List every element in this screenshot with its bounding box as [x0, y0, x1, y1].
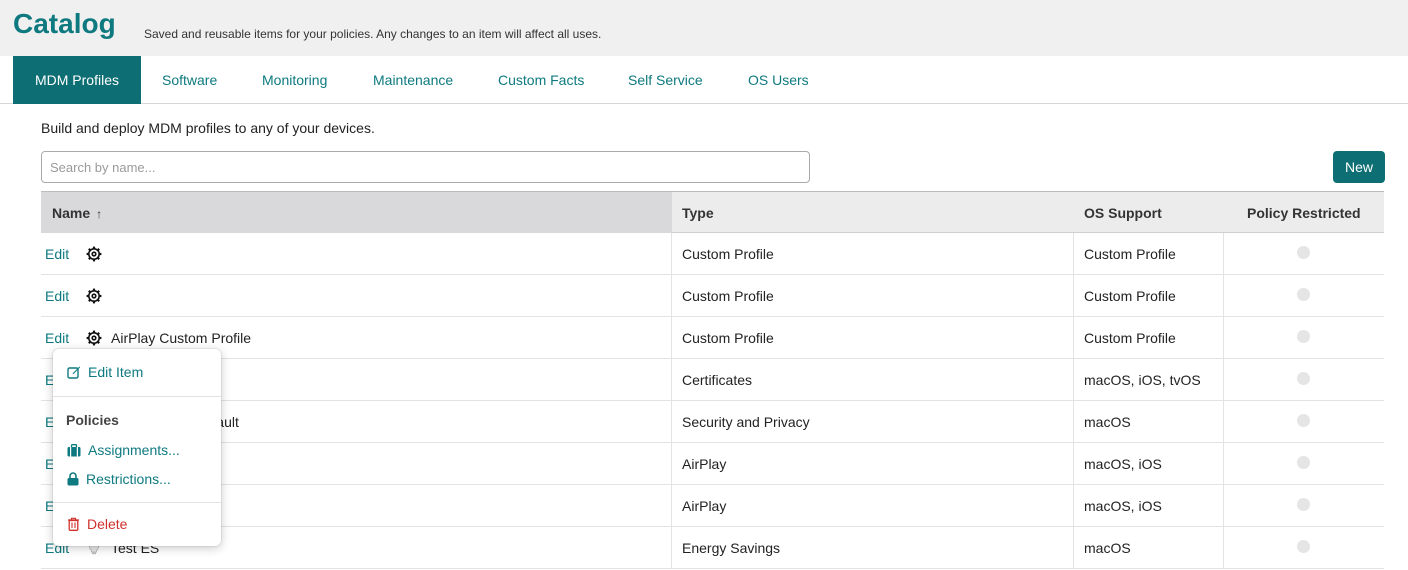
- column-divider: [1223, 485, 1224, 526]
- menu-delete[interactable]: Delete: [67, 516, 127, 532]
- edit-link[interactable]: Edit: [45, 233, 69, 275]
- tab-self-service[interactable]: Self Service: [628, 56, 703, 104]
- column-divider: [1073, 401, 1074, 442]
- menu-edit-item[interactable]: Edit Item: [67, 364, 143, 380]
- table-row: Edit Custom Profile Custom Profile: [41, 275, 1384, 317]
- column-divider: [1223, 275, 1224, 316]
- edit-icon: [67, 366, 81, 379]
- column-divider: [1223, 317, 1224, 358]
- briefcase-icon: [67, 443, 81, 456]
- tab-bar: MDM Profiles Software Monitoring Mainten…: [0, 56, 1408, 104]
- column-divider: [1223, 233, 1224, 274]
- table-row: E AirPlay macOS, iOS: [41, 443, 1384, 485]
- policy-restricted-indicator: [1297, 456, 1310, 469]
- tab-monitoring[interactable]: Monitoring: [262, 56, 327, 104]
- column-divider: [671, 317, 672, 358]
- menu-section-title: Policies: [66, 412, 119, 428]
- column-divider: [1073, 527, 1074, 568]
- column-header-policy-restricted[interactable]: Policy Restricted: [1247, 192, 1361, 233]
- page-subtitle: Saved and reusable items for your polici…: [144, 27, 602, 41]
- column-header-os-support[interactable]: OS Support: [1084, 192, 1162, 233]
- column-divider: [671, 233, 672, 274]
- profile-type: Certificates: [682, 372, 753, 388]
- tab-mdm-profiles[interactable]: MDM Profiles: [13, 56, 141, 104]
- profile-type: Custom Profile: [682, 330, 774, 346]
- os-support: Custom Profile: [1084, 330, 1176, 346]
- column-header-name[interactable]: Name ↑: [41, 192, 672, 233]
- os-support: macOS: [1084, 414, 1131, 430]
- new-button[interactable]: New: [1333, 151, 1385, 183]
- menu-divider: [53, 502, 221, 503]
- column-divider: [1073, 443, 1074, 484]
- search-input[interactable]: [41, 151, 810, 183]
- page-title: Catalog: [13, 8, 116, 39]
- column-divider: [671, 359, 672, 400]
- tab-maintenance[interactable]: Maintenance: [373, 56, 453, 104]
- page-header: Catalog Saved and reusable items for you…: [0, 0, 1408, 56]
- sort-ascending-icon: ↑: [96, 207, 103, 221]
- os-support: macOS, iOS: [1084, 498, 1162, 514]
- table-body: Edit Custom Profile Custom Profile Edit Cust…: [41, 233, 1384, 569]
- tab-software[interactable]: Software: [162, 56, 217, 104]
- menu-restrictions[interactable]: Restrictions...: [67, 471, 171, 487]
- column-divider: [1223, 359, 1224, 400]
- column-divider: [671, 401, 672, 442]
- policy-restricted-indicator: [1297, 414, 1310, 427]
- column-divider: [1073, 233, 1074, 274]
- column-divider: [1223, 527, 1224, 568]
- table-row: Edit Custom Profile Custom Profile: [41, 233, 1384, 275]
- profile-type: AirPlay: [682, 456, 727, 472]
- column-header-type[interactable]: Type: [682, 192, 714, 233]
- column-divider: [1223, 401, 1224, 442]
- gear-icon: [86, 330, 102, 346]
- os-support: macOS, iOS, tvOS: [1084, 372, 1201, 388]
- column-divider: [1223, 443, 1224, 484]
- profile-type: Security and Privacy: [682, 414, 810, 430]
- column-divider: [1073, 317, 1074, 358]
- column-divider: [1073, 275, 1074, 316]
- section-description: Build and deploy MDM profiles to any of …: [41, 120, 375, 136]
- menu-divider: [53, 396, 221, 397]
- policy-restricted-indicator: [1297, 246, 1310, 259]
- menu-assignments[interactable]: Assignments...: [67, 442, 180, 458]
- column-divider: [671, 485, 672, 526]
- table-row: E AirPlay macOS, iOS: [41, 485, 1384, 527]
- column-divider: [1073, 485, 1074, 526]
- column-divider: [671, 275, 672, 316]
- row-context-menu: Edit Item Policies Assignments... Restri…: [53, 349, 221, 546]
- lock-icon: [67, 472, 79, 486]
- profile-type: Energy Savings: [682, 540, 781, 556]
- policy-restricted-indicator: [1297, 540, 1310, 553]
- os-support: Custom Profile: [1084, 288, 1176, 304]
- profile-type: Custom Profile: [682, 246, 774, 262]
- profile-type: Custom Profile: [682, 288, 774, 304]
- column-divider: [1073, 359, 1074, 400]
- gear-icon: [86, 288, 102, 304]
- column-divider: [671, 527, 672, 568]
- column-divider: [671, 443, 672, 484]
- policy-restricted-indicator: [1297, 288, 1310, 301]
- tab-os-users[interactable]: OS Users: [748, 56, 809, 104]
- edit-link[interactable]: Edit: [45, 275, 69, 317]
- profile-type: AirPlay: [682, 498, 727, 514]
- profiles-table: Name ↑ Type OS Support Policy Restricted …: [41, 191, 1384, 569]
- tab-custom-facts[interactable]: Custom Facts: [498, 56, 584, 104]
- os-support: macOS: [1084, 540, 1131, 556]
- table-row: Edit AirPlay Custom Profile Custom Profile…: [41, 317, 1384, 359]
- os-support: macOS, iOS: [1084, 456, 1162, 472]
- policy-restricted-indicator: [1297, 498, 1310, 511]
- trash-icon: [68, 517, 79, 531]
- os-support: Custom Profile: [1084, 246, 1176, 262]
- table-row: Edit Test ES Energy Savings macOS: [41, 527, 1384, 569]
- table-row: E Certificates macOS, iOS, tvOS: [41, 359, 1384, 401]
- policy-restricted-indicator: [1297, 372, 1310, 385]
- table-header: Name ↑ Type OS Support Policy Restricted: [41, 191, 1384, 233]
- table-row: E Vault Security and Privacy macOS: [41, 401, 1384, 443]
- gear-icon: [86, 246, 102, 262]
- policy-restricted-indicator: [1297, 330, 1310, 343]
